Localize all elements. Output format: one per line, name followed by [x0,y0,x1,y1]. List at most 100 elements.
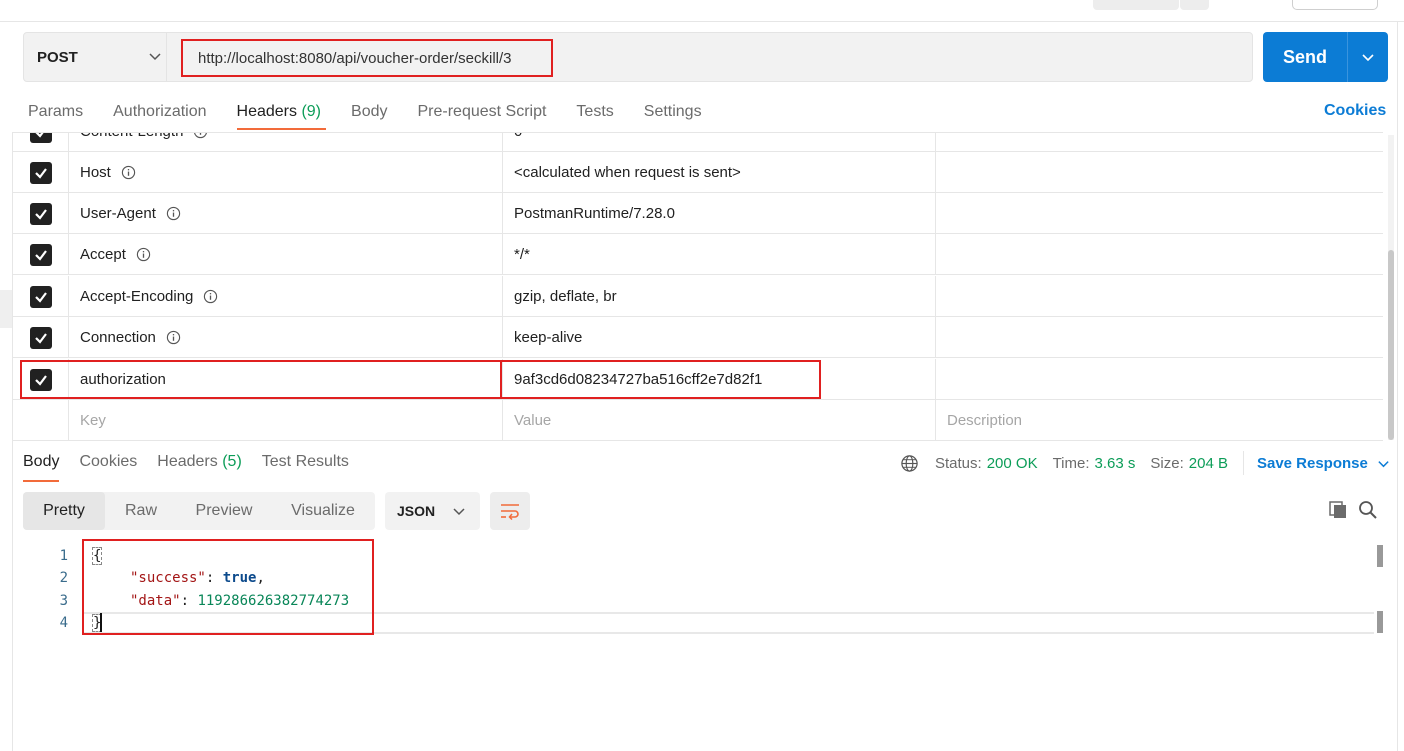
save-response-label: Save Response [1256,454,1368,472]
row-checkbox-cell [13,400,69,441]
header-key-cell[interactable]: Content-Length [69,132,503,152]
chevron-down-icon [453,508,465,516]
header-description-cell[interactable] [936,276,1383,317]
tab-count: (5) [222,453,242,470]
checkmark-icon [34,208,47,220]
tab-settings[interactable]: Settings [644,100,702,130]
view-visualize-button[interactable]: Visualize [271,492,375,530]
editor-scroll-marker[interactable] [1377,545,1383,567]
row-checkbox[interactable] [29,243,52,266]
info-icon[interactable] [121,165,136,180]
header-description-cell[interactable] [936,133,1383,152]
header-description-cell[interactable] [936,359,1383,400]
header-key-cell[interactable]: Host [69,152,503,193]
tab-label: Pre-request Script [417,103,547,120]
tab-label: Cookies [79,453,138,470]
view-pretty-button[interactable]: Pretty [23,492,105,530]
tab-label: Headers [236,103,297,120]
send-options-button[interactable] [1348,32,1388,82]
wrap-lines-button[interactable] [490,492,530,530]
request-tabs: Params Authorization Headers (9) Body Pr… [28,100,732,130]
header-key: Accept [80,246,126,263]
method-select[interactable]: POST [24,33,162,81]
toolbar-ghost-button-outline[interactable] [1292,0,1378,10]
globe-icon[interactable] [900,454,919,473]
format-label: JSON [397,503,436,519]
view-preview-button[interactable]: Preview [177,492,271,530]
tab-label: Authorization [113,103,207,120]
header-value-cell[interactable]: 0 [503,133,936,152]
size-value[interactable]: 204 B [1189,455,1228,472]
header-value-cell[interactable]: */* [503,234,936,275]
tab-test-results[interactable]: Test Results [262,452,349,482]
toolbar-ghost-button[interactable] [1093,0,1179,10]
header-description-cell[interactable] [936,152,1383,193]
table-row: Accept */* [13,234,1383,275]
tab-label: Test Results [261,453,349,470]
header-value-cell[interactable]: <calculated when request is sent> [503,152,936,193]
row-checkbox[interactable] [29,285,52,308]
headers-scrollbar[interactable] [1388,135,1394,440]
header-key-cell[interactable]: Connection [69,317,503,358]
key-placeholder: Key [80,412,106,429]
row-checkbox[interactable] [29,202,52,225]
header-value-cell[interactable]: gzip, deflate, br [503,276,936,317]
new-key-input[interactable]: Key [69,400,503,441]
response-meta: Status: 200 OK Time: 3.63 s Size: 204 B … [900,451,1390,475]
meta-divider [1242,451,1244,475]
response-body-editor[interactable]: 1 { 2 "success": true, 3 "data": 1192866… [0,539,1390,751]
scrollbar-thumb[interactable] [1388,250,1394,440]
checkmark-icon [34,167,47,179]
tab-headers[interactable]: Headers (9) [236,100,326,130]
header-value-cell[interactable]: keep-alive [503,317,936,358]
info-icon[interactable] [166,206,181,221]
header-key-cell[interactable]: User-Agent [69,193,503,234]
info-icon[interactable] [203,289,218,304]
tab-body[interactable]: Body [351,100,387,130]
wrap-lines-icon [501,504,519,520]
tab-label: Body [23,453,60,470]
view-raw-button[interactable]: Raw [105,492,177,530]
search-icon[interactable] [1358,500,1378,520]
tab-pre-request-script[interactable]: Pre-request Script [417,100,546,130]
new-value-input[interactable]: Value [503,400,936,441]
send-button[interactable]: Send [1263,47,1347,68]
toolbar-ghost-button-small[interactable] [1180,0,1209,10]
header-value: */* [514,246,530,263]
tab-response-cookies[interactable]: Cookies [79,452,137,482]
header-key: Content-Length [80,133,183,140]
tab-response-headers[interactable]: Headers (5) [157,452,242,482]
checkmark-icon [35,133,43,138]
header-key-cell[interactable]: Accept [69,234,503,275]
copy-icon[interactable] [1328,500,1348,520]
header-description-cell[interactable] [936,193,1383,234]
line-number: 2 [59,570,68,586]
format-select[interactable]: JSON [385,492,480,530]
header-key-cell[interactable]: Accept-Encoding [69,276,503,317]
header-description-cell[interactable] [936,234,1383,275]
status-value[interactable]: 200 OK [987,455,1038,472]
info-icon[interactable] [166,330,181,345]
time-value[interactable]: 3.63 s [1095,455,1136,472]
chevron-down-icon [1378,460,1389,467]
new-description-input[interactable]: Description [936,400,1383,441]
chevron-down-icon [149,53,161,61]
row-checkbox[interactable] [29,133,52,143]
url-input[interactable]: http://localhost:8080/api/voucher-order/… [181,39,553,77]
editor-scroll-marker[interactable] [1377,611,1383,633]
header-description-cell[interactable] [936,317,1383,358]
info-icon[interactable] [193,132,208,139]
row-checkbox-cell [13,317,69,358]
row-checkbox[interactable] [29,326,52,349]
header-value-cell[interactable]: PostmanRuntime/7.28.0 [503,193,936,234]
save-response-button[interactable]: Save Response [1257,455,1390,472]
description-placeholder: Description [947,412,1023,429]
cookies-link[interactable]: Cookies [1324,102,1386,120]
tab-authorization[interactable]: Authorization [113,100,206,130]
tab-tests[interactable]: Tests [576,100,613,130]
info-icon[interactable] [136,247,151,262]
tab-response-body[interactable]: Body [23,452,60,482]
table-row: Connection keep-alive [13,317,1383,358]
row-checkbox[interactable] [29,161,52,184]
tab-params[interactable]: Params [28,100,83,130]
